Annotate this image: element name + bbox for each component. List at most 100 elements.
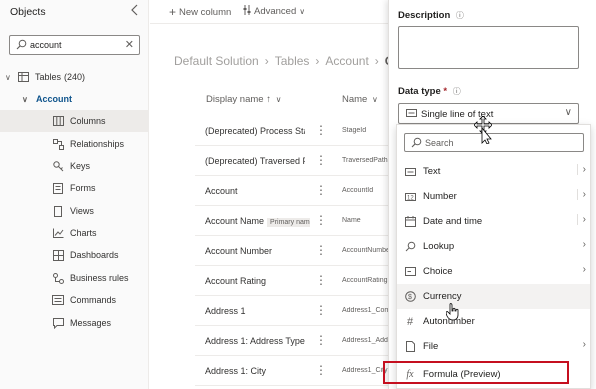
- tree-item-account[interactable]: ∨ Account: [0, 88, 148, 110]
- more-options-icon[interactable]: ⋮: [315, 243, 327, 257]
- sidebar-item-label: Views: [70, 206, 94, 216]
- sidebar-search-input[interactable]: account ✕: [9, 35, 140, 55]
- chevron-down-icon[interactable]: ∨: [5, 73, 15, 82]
- new-column-label: New column: [179, 6, 232, 18]
- table-row[interactable]: (Deprecated) Traversed Path ⋮ TraversedP…: [195, 146, 388, 176]
- header-label: Name: [342, 94, 368, 105]
- more-options-icon[interactable]: ⋮: [315, 363, 327, 377]
- collapse-sidebar-icon[interactable]: [130, 4, 140, 19]
- option-label: Number: [423, 191, 457, 202]
- currency-icon: $: [402, 291, 418, 302]
- option-autonumber[interactable]: # Autonumber: [397, 309, 590, 334]
- breadcrumb-item[interactable]: Account: [325, 54, 368, 68]
- cell-name: AccountNumber: [342, 247, 388, 254]
- search-icon: [16, 39, 27, 53]
- chevron-right-icon[interactable]: ›: [578, 339, 586, 350]
- more-options-icon[interactable]: ⋮: [315, 183, 327, 197]
- table-row[interactable]: Address 1 ⋮ Address1_Composite: [195, 296, 388, 326]
- table-row[interactable]: Address 1: City ⋮ Address1_City: [195, 356, 388, 386]
- option-choice[interactable]: Choice ›: [397, 259, 590, 284]
- sidebar-item-dashboards[interactable]: Dashboards: [0, 244, 148, 266]
- option-lookup[interactable]: Lookup ›: [397, 234, 590, 259]
- more-options-icon[interactable]: ⋮: [315, 213, 327, 227]
- sidebar-search-value: account: [30, 40, 62, 50]
- table-row[interactable]: Account ⋮ AccountId: [195, 176, 388, 206]
- view-icon: [50, 205, 66, 217]
- more-options-icon[interactable]: ⋮: [315, 303, 327, 317]
- option-number[interactable]: 12 Number ›: [397, 184, 590, 209]
- table-row[interactable]: Account Name Primary name ⋮ Name: [195, 206, 388, 236]
- info-icon[interactable]: ⓘ: [453, 87, 461, 96]
- chart-icon: [50, 228, 66, 238]
- chevron-right-icon: ›: [315, 54, 320, 68]
- text-type-icon: [406, 109, 417, 120]
- cell-name: Address1_Composite: [342, 307, 388, 314]
- sidebar-item-columns[interactable]: Columns: [0, 110, 148, 132]
- sidebar-item-label: Commands: [70, 295, 117, 305]
- chevron-right-icon: ›: [264, 54, 269, 68]
- chevron-right-icon: ›: [374, 54, 379, 68]
- chevron-right-icon[interactable]: ›: [576, 164, 586, 175]
- option-file[interactable]: File ›: [397, 334, 590, 359]
- hand-cursor-icon: [445, 303, 460, 324]
- chevron-right-icon[interactable]: ›: [576, 189, 586, 200]
- chevron-right-icon[interactable]: ›: [578, 264, 586, 275]
- dashboard-icon: [50, 249, 66, 261]
- sidebar-item-business-rules[interactable]: Business rules: [0, 267, 148, 289]
- table-icon: [15, 72, 31, 82]
- chevron-right-icon[interactable]: ›: [576, 214, 586, 225]
- tree-item-tables[interactable]: ∨ Tables (240): [0, 66, 148, 88]
- sidebar-item-commands[interactable]: Commands: [0, 289, 148, 311]
- calendar-icon: [402, 216, 418, 227]
- table-row[interactable]: Address 1: Address Type ⋮ Address1_Addre…: [195, 326, 388, 356]
- sidebar-item-label: Dashboards: [70, 250, 119, 260]
- sidebar-item-charts[interactable]: Charts: [0, 222, 148, 244]
- objects-sidebar: Objects account ✕ ∨ Tables (240) ∨ Accou…: [0, 0, 149, 389]
- form-icon: [50, 182, 66, 194]
- option-label: Text: [423, 166, 441, 177]
- search-icon: [411, 137, 422, 151]
- sidebar-item-label: Relationships: [70, 139, 125, 149]
- cell-name: Address1_City: [342, 367, 388, 374]
- data-type-search-input[interactable]: Search: [404, 133, 584, 152]
- info-icon[interactable]: ⓘ: [456, 11, 464, 20]
- description-field[interactable]: [398, 26, 579, 69]
- relationships-icon: [50, 138, 66, 150]
- table-row[interactable]: (Deprecated) Process Stage ⋮ StageId: [195, 116, 388, 146]
- sidebar-item-forms[interactable]: Forms: [0, 177, 148, 199]
- description-label-text: Description: [398, 10, 451, 21]
- new-column-button[interactable]: + New column: [169, 5, 231, 19]
- option-label: Currency: [423, 291, 462, 302]
- table-row[interactable]: Account Number ⋮ AccountNumber: [195, 236, 388, 266]
- option-text[interactable]: Text ›: [397, 159, 590, 184]
- sidebar-item-relationships[interactable]: Relationships: [0, 133, 148, 155]
- sidebar-item-label: Columns: [70, 116, 106, 126]
- more-options-icon[interactable]: ⋮: [315, 123, 327, 137]
- chevron-right-icon[interactable]: ›: [578, 239, 586, 250]
- more-options-icon[interactable]: ⋮: [315, 153, 327, 167]
- chevron-down-icon: ∨: [299, 7, 306, 16]
- sidebar-item-messages[interactable]: Messages: [0, 312, 148, 334]
- chevron-down-icon[interactable]: ∨: [22, 95, 32, 104]
- more-options-icon[interactable]: ⋮: [315, 273, 327, 287]
- option-date-and-time[interactable]: Date and time ›: [397, 209, 590, 234]
- breadcrumb-item[interactable]: Default Solution: [174, 54, 259, 68]
- more-options-icon[interactable]: ⋮: [315, 333, 327, 347]
- clear-search-icon[interactable]: ✕: [125, 38, 134, 51]
- cell-display-name: Account Number: [205, 246, 273, 256]
- cell-name: Address1_AddressType: [342, 337, 388, 344]
- advanced-button[interactable]: Advanced ∨: [243, 5, 305, 18]
- option-currency[interactable]: $ Currency: [397, 284, 590, 309]
- number-type-icon: 12: [402, 192, 418, 201]
- command-icon: [50, 295, 66, 305]
- column-header-display-name[interactable]: Display name ↑ ∨: [206, 94, 281, 105]
- data-type-label-text: Data type: [398, 86, 441, 97]
- table-row[interactable]: Account Rating ⋮ AccountRating: [195, 266, 388, 296]
- cell-name: Name: [342, 217, 361, 224]
- cell-name: TraversedPath: [342, 157, 388, 164]
- breadcrumb-item[interactable]: Tables: [275, 54, 310, 68]
- sidebar-item-views[interactable]: Views: [0, 200, 148, 222]
- sidebar-item-keys[interactable]: Keys: [0, 155, 148, 177]
- cell-display-name: (Deprecated) Traversed Path: [205, 156, 305, 166]
- column-header-name[interactable]: Name ∨: [342, 94, 378, 105]
